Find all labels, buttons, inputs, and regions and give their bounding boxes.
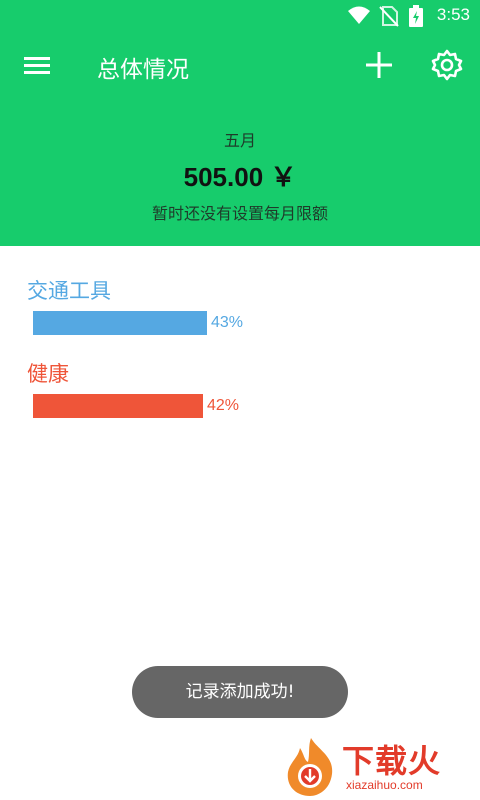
watermark-brand: 下载火: [342, 742, 442, 780]
plus-icon[interactable]: [360, 46, 398, 84]
category-bar-health[interactable]: [33, 394, 203, 418]
total-amount: 505.00 ￥: [183, 162, 297, 192]
toolbar: 总体情况: [0, 34, 480, 98]
watermark-logo: 下载火 xiazaihuo.com: [282, 734, 478, 800]
category-percent-transport: 43%: [211, 314, 244, 331]
gear-icon[interactable]: [428, 46, 466, 84]
wifi-icon: [348, 6, 370, 24]
watermark-site: xiazaihuo.com: [346, 778, 423, 792]
category-label-transport[interactable]: 交通工具: [27, 275, 111, 305]
status-bar: 3:53: [0, 0, 480, 30]
category-label-health[interactable]: 健康: [27, 358, 69, 388]
summary-header: 3:53 总体情况 五月 505.00 ￥ 暂时还没有设置每月限额: [0, 0, 480, 246]
budget-note: 暂时还没有设置每月限额: [151, 204, 328, 223]
month-label: 五月: [223, 131, 256, 150]
status-time: 3:53: [436, 5, 470, 24]
no-sim-icon: [379, 6, 399, 27]
battery-charging-icon: [409, 5, 423, 27]
page-title: 总体情况: [97, 57, 189, 83]
category-percent-health: 42%: [207, 397, 240, 414]
menu-icon[interactable]: [20, 48, 54, 82]
toast-message: 记录添加成功!: [132, 666, 348, 718]
flame-logo-icon: [287, 738, 333, 796]
category-bar-transport[interactable]: [33, 311, 207, 335]
